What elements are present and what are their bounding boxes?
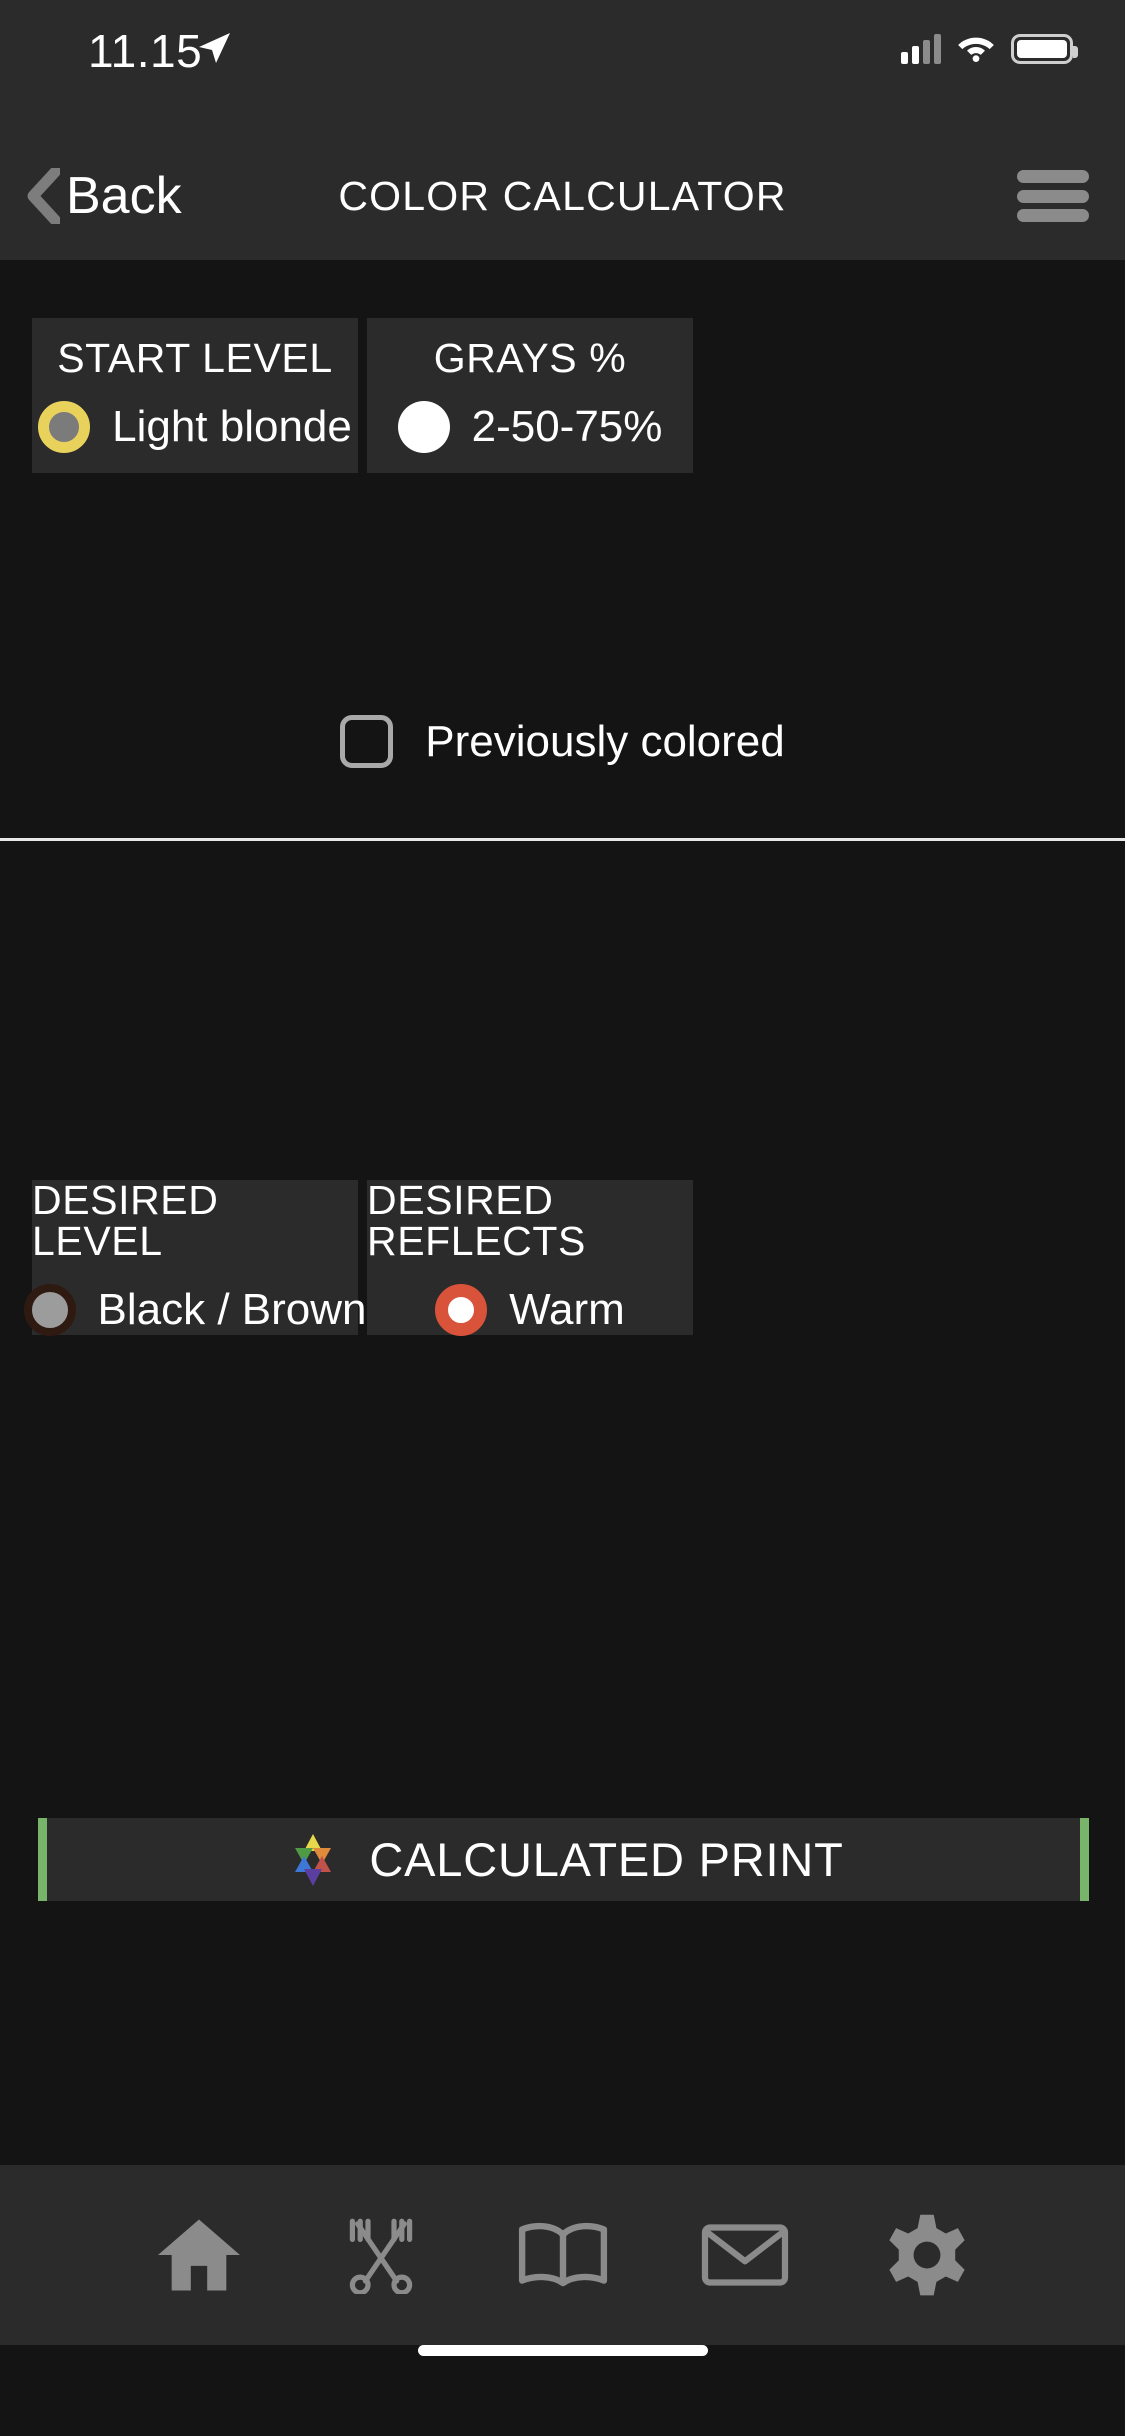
calc-accent-right	[1080, 1818, 1089, 1901]
color-star-icon	[283, 1830, 343, 1890]
tab-settings[interactable]	[862, 2200, 992, 2310]
battery-icon	[1011, 33, 1078, 64]
desired-section-cards: DESIRED LEVEL Black / Brown DESIRED REFL…	[23, 1176, 1093, 1336]
start-level-swatch	[38, 401, 91, 453]
hamburger-menu-icon[interactable]	[1017, 170, 1089, 222]
grays-percent-swatch	[397, 401, 450, 453]
calculated-print-button[interactable]: CALCULATED PRINT	[38, 1818, 1089, 1901]
desired-reflects-value: Warm	[509, 1284, 625, 1334]
start-level-card[interactable]: START LEVEL Light blonde	[32, 318, 358, 473]
status-bar: 11.15	[0, 0, 1125, 132]
chevron-left-icon	[26, 165, 62, 227]
location-arrow-icon	[196, 30, 232, 66]
grays-percent-value: 2-50-75%	[471, 402, 663, 451]
desired-level-value: Black / Brown	[97, 1284, 367, 1334]
calculated-print-inner: CALCULATED PRINT	[47, 1818, 1080, 1901]
grays-percent-card[interactable]: GRAYS % 2-50-75%	[367, 318, 693, 473]
desired-level-card[interactable]: DESIRED LEVEL Black / Brown	[23, 1176, 367, 1336]
book-icon	[517, 2219, 609, 2291]
cellular-signal-icon	[901, 33, 941, 64]
start-level-title: START LEVEL	[57, 335, 333, 381]
status-bar-indicators	[901, 30, 1078, 67]
gear-icon	[884, 2212, 970, 2298]
mail-icon	[700, 2220, 790, 2290]
start-section-cards: START LEVEL Light blonde GRAYS % 2-50-75…	[32, 318, 1093, 473]
tab-mail[interactable]	[680, 2200, 810, 2310]
scissors-icon	[339, 2216, 423, 2294]
previously-colored-checkbox[interactable]: Previously colored	[0, 715, 1125, 768]
desired-level-swatch	[23, 1283, 76, 1336]
status-bar-time: 11.15	[88, 25, 203, 77]
tab-book[interactable]	[498, 2200, 628, 2310]
tab-home[interactable]	[134, 2200, 264, 2310]
main-content: START LEVEL Light blonde GRAYS % 2-50-75…	[0, 260, 1125, 1392]
section-divider	[0, 838, 1125, 841]
grays-percent-title: GRAYS %	[433, 335, 627, 381]
wifi-icon	[955, 30, 997, 67]
home-icon	[155, 2214, 243, 2296]
navigation-bar: Back COLOR CALCULATOR	[0, 132, 1125, 260]
desired-reflects-title: DESIRED REFLECTS	[367, 1176, 586, 1264]
desired-level-title: DESIRED LEVEL	[32, 1176, 219, 1264]
desired-reflects-card[interactable]: DESIRED REFLECTS Warm	[367, 1176, 693, 1336]
bottom-tab-bar	[0, 2165, 1125, 2345]
calculated-print-label: CALCULATED PRINT	[369, 1833, 844, 1886]
desired-reflects-swatch	[435, 1283, 488, 1336]
back-button[interactable]: Back	[10, 132, 198, 260]
previously-colored-label: Previously colored	[425, 716, 785, 766]
start-level-value: Light blonde	[112, 402, 352, 451]
back-label: Back	[66, 167, 182, 225]
tab-shears[interactable]	[316, 2200, 446, 2310]
calc-accent-left	[38, 1818, 47, 1901]
checkbox-box-icon[interactable]	[340, 715, 394, 768]
home-indicator	[417, 2345, 708, 2356]
